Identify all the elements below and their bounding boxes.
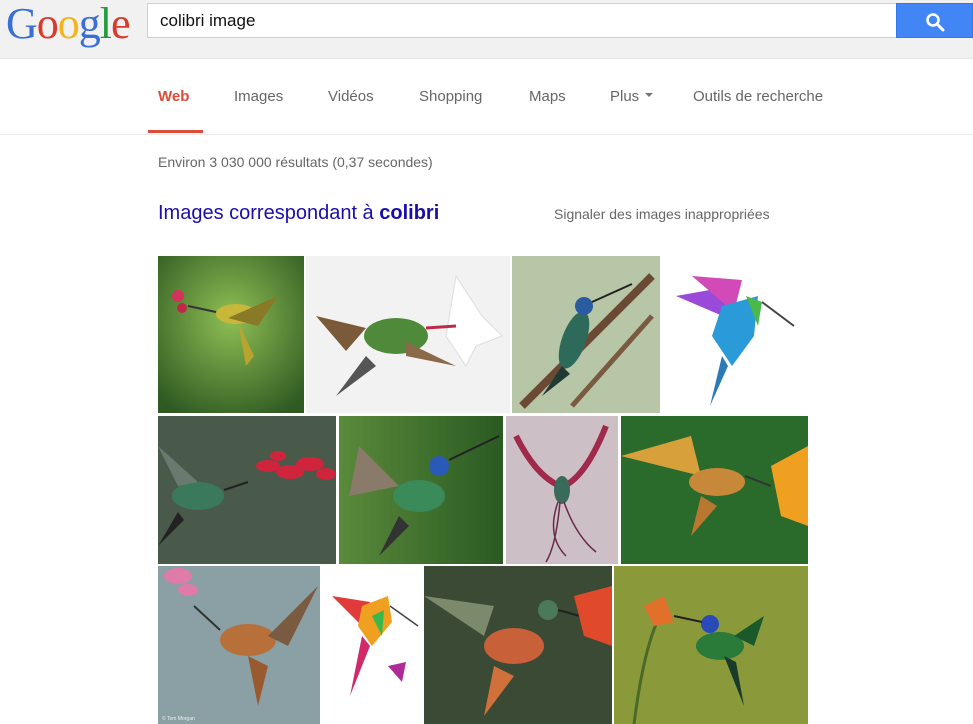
logo-letter: e (111, 0, 131, 48)
image-thumbnail[interactable] (424, 566, 612, 724)
tab-more[interactable]: Plus (610, 88, 654, 105)
logo-letter: o (36, 0, 59, 48)
search-icon (926, 13, 945, 32)
logo-letter: g (78, 0, 101, 48)
logo-letter: l (99, 0, 112, 48)
tab-web[interactable]: Web (158, 88, 189, 105)
image-thumbnail[interactable] (158, 416, 336, 564)
image-thumbnail[interactable]: © Tom Morgan (158, 566, 320, 724)
chevron-down-icon (645, 93, 654, 98)
search-nav: Web Images Vidéos Shopping Maps Plus Out… (0, 58, 973, 135)
image-thumbnail[interactable] (512, 256, 660, 413)
image-thumbnail[interactable] (621, 416, 808, 564)
image-thumbnail[interactable] (339, 416, 503, 564)
image-thumbnail[interactable] (306, 256, 510, 413)
tab-search-tools[interactable]: Outils de recherche (693, 88, 823, 105)
tab-more-label: Plus (610, 88, 640, 105)
tab-images[interactable]: Images (234, 88, 283, 105)
image-thumbnail[interactable] (322, 566, 422, 724)
tab-maps[interactable]: Maps (529, 88, 566, 105)
image-thumbnail[interactable] (158, 256, 304, 413)
report-images-link[interactable]: Signaler des images inappropriées (554, 206, 770, 222)
tab-videos[interactable]: Vidéos (328, 88, 374, 105)
image-thumbnail[interactable] (614, 566, 808, 724)
search-input[interactable]: colibri image (147, 3, 896, 38)
images-heading-term: colibri (379, 202, 440, 224)
images-heading-link[interactable]: Images correspondant à colibri (158, 202, 439, 225)
search-button[interactable] (896, 3, 973, 38)
photo-credit: © Tom Morgan (162, 715, 195, 722)
top-bar: Google colibri image (0, 0, 973, 59)
images-heading-prefix: Images correspondant à (158, 202, 380, 224)
google-logo[interactable]: Google (6, 0, 131, 50)
result-stats: Environ 3 030 000 résultats (0,37 second… (158, 154, 433, 170)
tab-shopping[interactable]: Shopping (419, 88, 482, 105)
image-thumbnail[interactable] (506, 416, 618, 564)
logo-letter: o (57, 0, 80, 48)
active-tab-indicator (148, 130, 203, 133)
logo-letter: G (6, 0, 38, 48)
image-thumbnail[interactable] (662, 256, 808, 413)
